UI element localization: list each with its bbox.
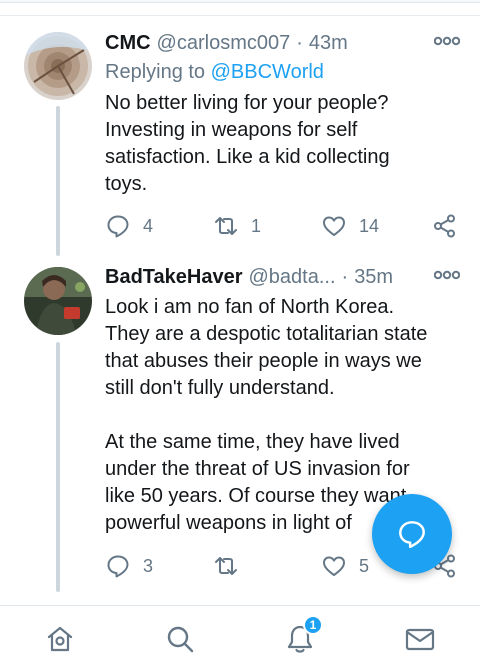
share-icon: [434, 214, 455, 238]
username[interactable]: @badta...: [248, 266, 335, 289]
home-icon: [47, 626, 73, 652]
thread-line: [56, 106, 60, 256]
tweet-header: BadTakeHaver @badta... · 35m: [105, 265, 460, 289]
search-icon: [167, 626, 194, 653]
retweet-count: 1: [251, 215, 262, 236]
display-name[interactable]: CMC: [105, 32, 151, 55]
tweet-actions: 4 1 14: [105, 212, 460, 240]
replying-to-label: Replying to: [105, 61, 211, 83]
divider: [0, 15, 480, 16]
tweet-header: CMC @carlosmc007 · 43m: [105, 31, 460, 55]
reply-count: 4: [143, 215, 154, 236]
reply-icon: [107, 215, 129, 238]
avatar-image: [24, 267, 92, 335]
reply-icon: [107, 555, 129, 578]
replying-to: Replying to @BBCWorld: [105, 61, 324, 84]
nav-messages[interactable]: [402, 621, 438, 657]
reply-count: 3: [143, 555, 154, 576]
messages-icon: [405, 628, 435, 651]
more-options-icon[interactable]: [434, 269, 460, 281]
thread-line: [56, 342, 60, 592]
retweet-icon: [215, 217, 237, 235]
avatar[interactable]: [24, 267, 92, 335]
heart-icon: [323, 216, 345, 236]
more-options-icon[interactable]: [434, 35, 460, 47]
nav-search[interactable]: [162, 621, 198, 657]
reply-button[interactable]: 3: [105, 552, 153, 580]
heart-icon: [323, 556, 345, 576]
retweet-icon: [215, 557, 237, 575]
retweet-button[interactable]: [213, 552, 251, 580]
timestamp: 35m: [354, 265, 394, 288]
display-name[interactable]: BadTakeHaver: [105, 266, 242, 289]
notification-badge: 1: [303, 615, 323, 635]
separator: ·: [296, 31, 303, 54]
tweet-text: No better living for your people? Invest…: [105, 92, 390, 195]
share-button[interactable]: [432, 212, 458, 240]
reply-button[interactable]: 4: [105, 212, 153, 240]
retweet-button[interactable]: 1: [213, 212, 261, 240]
avatar-image: [24, 32, 92, 100]
mention-link[interactable]: @BBCWorld: [211, 61, 324, 83]
username[interactable]: @carlosmc007: [157, 32, 291, 55]
reply-icon: [399, 521, 425, 549]
avatar[interactable]: [24, 32, 92, 100]
bottom-navigation: [0, 605, 480, 671]
like-button[interactable]: 14: [321, 212, 379, 240]
timestamp: 43m: [308, 31, 348, 54]
like-button[interactable]: 5: [321, 552, 369, 580]
separator: ·: [341, 265, 349, 288]
compose-reply-button[interactable]: [372, 494, 452, 574]
top-edge: [0, 0, 480, 3]
like-count: 5: [359, 555, 370, 576]
like-count: 14: [359, 215, 380, 236]
nav-home[interactable]: [42, 621, 78, 657]
